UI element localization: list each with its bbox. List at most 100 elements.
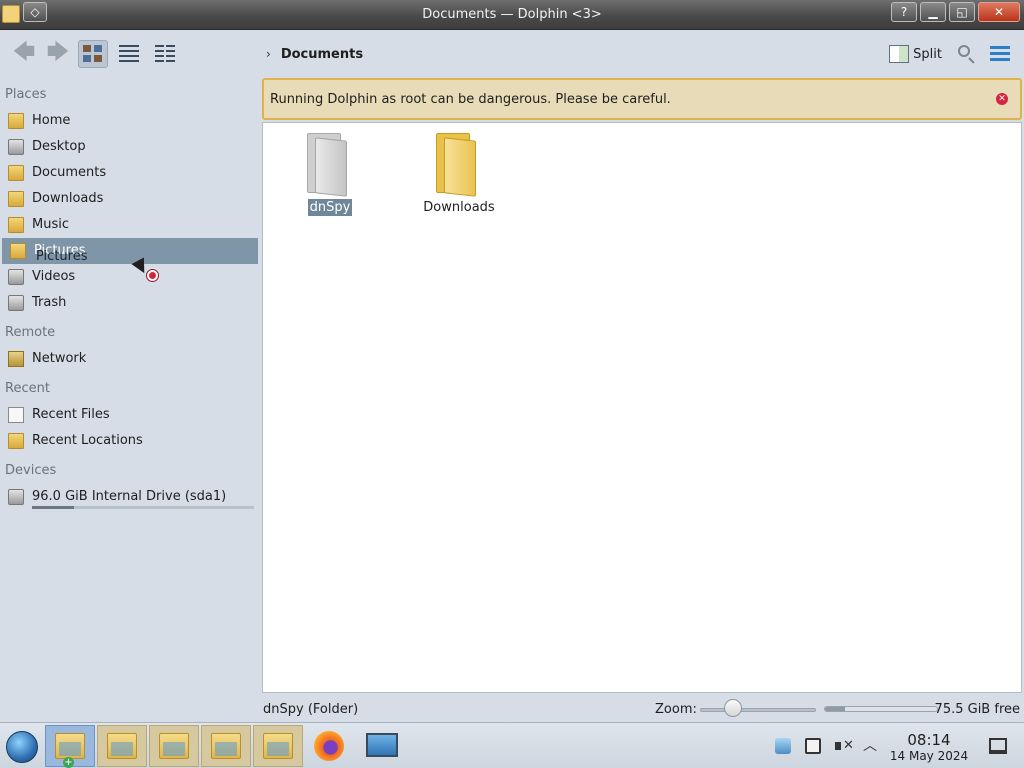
taskbar-dolphin-3[interactable] xyxy=(149,725,199,767)
yellow-folder-icon xyxy=(434,133,484,197)
place-label: Trash xyxy=(32,295,67,310)
zoom-label: Zoom: xyxy=(655,702,697,717)
zoom-slider-handle[interactable] xyxy=(724,699,742,717)
place-music[interactable]: Music xyxy=(0,212,260,238)
forward-button[interactable]: 🡆 xyxy=(44,42,72,66)
show-desktop-icon[interactable] xyxy=(989,738,1007,754)
status-bar: dnSpy (Folder) Zoom: 75.5 GiB free xyxy=(260,697,1024,721)
zoom-slider[interactable] xyxy=(700,708,816,712)
root-warning-banner: Running Dolphin as root can be dangerous… xyxy=(262,78,1022,120)
place-label: Home xyxy=(32,113,71,128)
search-icon xyxy=(958,45,970,57)
icons-view-icon xyxy=(83,45,103,63)
folder-icon xyxy=(55,733,85,759)
gray-folder-icon xyxy=(305,133,355,197)
file-item-downloads[interactable]: Downloads xyxy=(404,123,514,216)
arrow-right-icon: 🡆 xyxy=(46,40,70,65)
desktop-icon xyxy=(8,139,24,155)
arrow-left-icon: 🡄 xyxy=(12,40,36,65)
folder-icon xyxy=(107,733,137,759)
taskbar-dolphin-4[interactable] xyxy=(201,725,251,767)
place-recent-locations[interactable]: Recent Locations xyxy=(0,428,260,454)
system-monitor-icon[interactable] xyxy=(366,733,398,757)
free-space-label: 75.5 GiB free xyxy=(934,702,1020,717)
file-name: dnSpy xyxy=(307,199,353,216)
drive-icon xyxy=(8,489,24,505)
search-button[interactable] xyxy=(956,44,976,64)
free-space-fill xyxy=(825,707,845,711)
clock-time: 08:14 xyxy=(907,731,951,749)
firefox-icon[interactable] xyxy=(314,731,344,761)
place-label: Videos xyxy=(32,269,76,284)
place-label: Desktop xyxy=(32,139,86,154)
file-view[interactable]: dnSpy Downloads xyxy=(262,122,1022,693)
place-label: Network xyxy=(32,351,87,366)
no-drop-icon xyxy=(147,270,158,281)
status-info: dnSpy (Folder) xyxy=(263,702,359,717)
location-bar: › Documents Split xyxy=(260,30,1024,78)
details-view-button[interactable] xyxy=(114,40,144,68)
place-pictures[interactable]: Pictures Pictures xyxy=(2,238,258,264)
split-label: Split xyxy=(913,46,942,62)
drag-ghost-label: Pictures xyxy=(36,249,88,264)
network-folder-icon xyxy=(8,351,24,367)
file-item-dnspy[interactable]: dnSpy xyxy=(275,123,385,216)
breadcrumb-arrow-icon[interactable]: › xyxy=(266,47,271,61)
place-label: Downloads xyxy=(32,191,104,206)
maximize-button[interactable]: ◱ xyxy=(949,2,975,22)
split-view-icon xyxy=(889,45,910,63)
documents-folder-icon xyxy=(8,165,24,181)
place-documents[interactable]: Documents xyxy=(0,160,260,186)
place-network[interactable]: Network xyxy=(0,346,260,372)
breadcrumb-current[interactable]: Documents xyxy=(281,47,363,62)
devices-header: Devices xyxy=(5,463,57,478)
remote-header: Remote xyxy=(5,325,56,340)
videos-folder-icon xyxy=(8,269,24,285)
split-button[interactable]: Split xyxy=(889,42,942,66)
folder-front xyxy=(315,137,347,197)
folder-icon xyxy=(211,733,241,759)
free-space-bar xyxy=(824,706,938,712)
close-window-button[interactable]: ✕ xyxy=(978,2,1020,22)
compact-view-button[interactable] xyxy=(150,40,180,68)
place-label: Recent Locations xyxy=(32,433,143,448)
folder-front xyxy=(444,137,476,197)
network-monitor-icon[interactable] xyxy=(775,738,791,754)
close-circle-icon[interactable]: ✕ xyxy=(996,93,1008,105)
clock[interactable]: 08:14 14 May 2024 xyxy=(884,732,974,764)
start-menu-button[interactable] xyxy=(6,731,38,763)
place-home[interactable]: Home xyxy=(0,108,260,134)
place-recent-files[interactable]: Recent Files xyxy=(0,402,260,428)
titlebar-right-controls: ? ▁ ◱ ✕ xyxy=(891,2,1020,22)
chevron-up-icon[interactable]: ︿ xyxy=(863,735,877,755)
icons-view-button[interactable] xyxy=(78,40,108,68)
folder-icon xyxy=(159,733,189,759)
hamburger-menu-icon[interactable] xyxy=(990,46,1010,62)
window-titlebar[interactable]: ◇ Documents — Dolphin <3> ? ▁ ◱ ✕ xyxy=(0,0,1024,30)
place-videos[interactable]: Videos xyxy=(0,264,260,290)
minimize-button[interactable]: ▁ xyxy=(920,2,946,22)
help-button[interactable]: ? xyxy=(891,2,917,22)
device-internal-drive[interactable]: 96.0 GiB Internal Drive (sda1) xyxy=(0,484,260,510)
back-button[interactable]: 🡄 xyxy=(10,42,38,66)
trash-icon xyxy=(8,295,24,311)
clock-date: 14 May 2024 xyxy=(889,749,969,763)
places-panel: Places Home Desktop Documents Downloads … xyxy=(0,82,260,510)
recent-locations-icon xyxy=(8,433,24,449)
place-label: Music xyxy=(32,217,69,232)
place-downloads[interactable]: Downloads xyxy=(0,186,260,212)
place-trash[interactable]: Trash xyxy=(0,290,260,316)
volume-muted-icon[interactable]: ✕ xyxy=(835,738,854,754)
navigation-toolbar: 🡄 🡆 xyxy=(0,30,260,78)
music-folder-icon xyxy=(8,217,24,233)
clipboard-icon[interactable] xyxy=(805,738,821,754)
recent-header: Recent xyxy=(5,381,50,396)
taskbar-dolphin-2[interactable] xyxy=(97,725,147,767)
search-icon-handle xyxy=(968,57,975,64)
folder-icon xyxy=(263,733,293,759)
drive-usage-bar xyxy=(32,506,254,509)
file-name: Downloads xyxy=(423,200,495,215)
place-desktop[interactable]: Desktop xyxy=(0,134,260,160)
taskbar-dolphin-5[interactable] xyxy=(253,725,303,767)
drive-usage-fill xyxy=(32,506,75,509)
